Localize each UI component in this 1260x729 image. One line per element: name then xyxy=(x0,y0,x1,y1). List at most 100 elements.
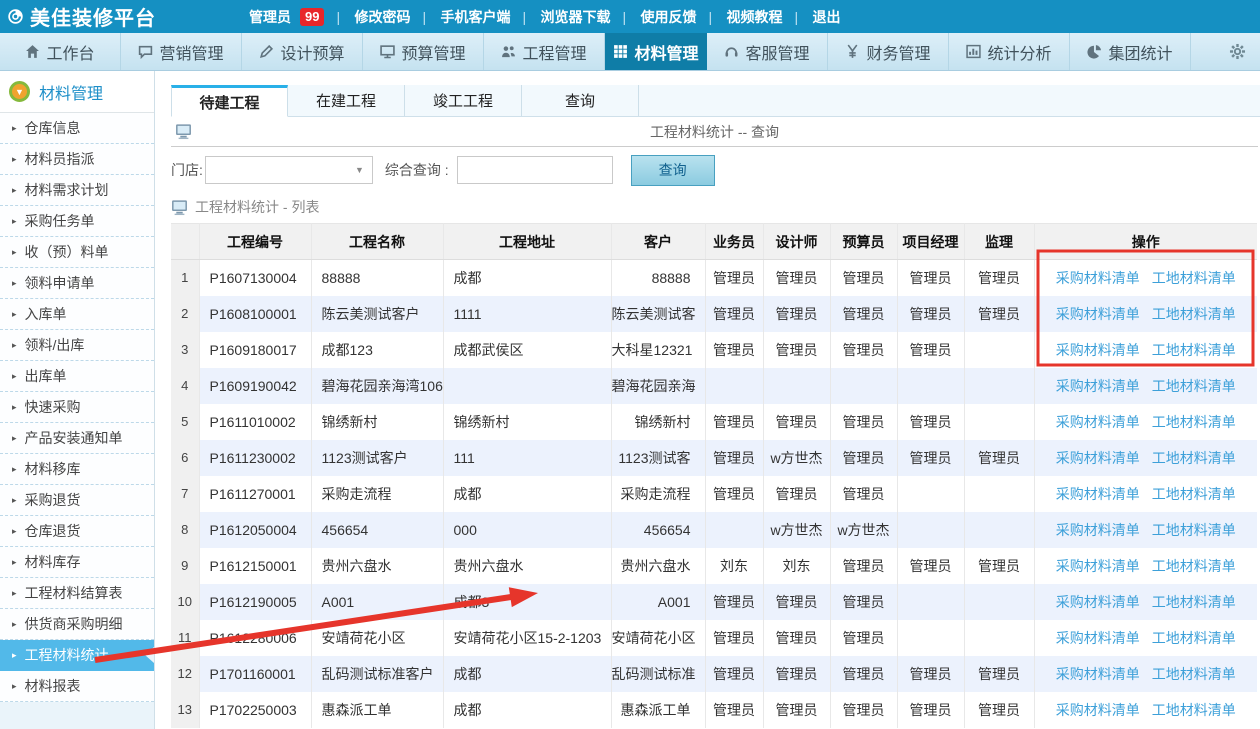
nav-item[interactable]: 集团统计 xyxy=(1070,33,1191,70)
tab[interactable]: 待建工程 xyxy=(171,85,288,117)
row-index: 13 xyxy=(171,692,199,728)
sidebar-item[interactable]: ▸入库单 xyxy=(0,299,154,330)
sidebar-item[interactable]: ▸工程材料结算表 xyxy=(0,578,154,609)
sidebar-item[interactable]: ▸ 材料库存 xyxy=(0,547,154,578)
sidebar-item[interactable]: ▸采购退货 xyxy=(0,485,154,516)
sidebar-item[interactable]: ▸采购任务单 xyxy=(0,206,154,237)
site-material-list-link[interactable]: 工地材料清单 xyxy=(1152,378,1236,394)
budgeter: 管理员 xyxy=(830,476,897,512)
sidebar-item[interactable]: ▸材料移库 xyxy=(0,454,154,485)
sidebar-item[interactable]: ▸收（预）料单 xyxy=(0,237,154,268)
actions-cell: 采购材料清单工地材料清单 xyxy=(1034,620,1257,656)
tab[interactable]: 查询 xyxy=(522,85,639,116)
pie-icon xyxy=(1087,44,1102,59)
designer: 管理员 xyxy=(763,620,830,656)
customer: 陈云美测试客 xyxy=(611,296,705,332)
triangle-bullet-icon: ▸ xyxy=(12,185,17,196)
nav-item[interactable]: 客服管理 xyxy=(707,33,828,70)
row-index: 9 xyxy=(171,548,199,584)
topbar-item[interactable]: 管理员99 xyxy=(234,7,339,27)
sidebar-item[interactable]: ▸仓库信息 xyxy=(0,113,154,144)
nav-item[interactable]: 工程管理 xyxy=(484,33,605,70)
project-name: 陈云美测试客户 xyxy=(311,296,443,332)
project-address: 成都 xyxy=(443,260,611,296)
site-material-list-link[interactable]: 工地材料清单 xyxy=(1152,414,1236,430)
triangle-bullet-icon: ▸ xyxy=(12,557,17,568)
nav-item[interactable]: 统计分析 xyxy=(949,33,1070,70)
site-material-list-link[interactable]: 工地材料清单 xyxy=(1152,630,1236,646)
store-select[interactable]: ▼ xyxy=(205,156,373,184)
site-material-list-link[interactable]: 工地材料清单 xyxy=(1152,342,1236,358)
tab[interactable]: 在建工程 xyxy=(288,85,405,116)
nav-item[interactable]: 预算管理 xyxy=(363,33,484,70)
nav-item[interactable]: 财务管理 xyxy=(828,33,949,70)
nav-item[interactable]: 设计预算 xyxy=(242,33,363,70)
purchase-material-list-link[interactable]: 采购材料清单 xyxy=(1056,414,1140,430)
sidebar-item[interactable]: ▸领料申请单 xyxy=(0,268,154,299)
purchase-material-list-link[interactable]: 采购材料清单 xyxy=(1056,342,1140,358)
site-material-list-link[interactable]: 工地材料清单 xyxy=(1152,522,1236,538)
site-material-list-link[interactable]: 工地材料清单 xyxy=(1152,666,1236,682)
site-material-list-link[interactable]: 工地材料清单 xyxy=(1152,594,1236,610)
main-nav: 工作台营销管理设计预算预算管理工程管理材料管理 客服管理财务管理统计分析集团统计 xyxy=(0,33,1260,71)
sidebar-item[interactable]: ▸材料需求计划 xyxy=(0,175,154,206)
purchase-material-list-link[interactable]: 采购材料清单 xyxy=(1056,594,1140,610)
purchase-material-list-link[interactable]: 采购材料清单 xyxy=(1056,270,1140,286)
budgeter: 管理员 xyxy=(830,260,897,296)
triangle-bullet-icon: ▸ xyxy=(12,495,17,506)
topbar-item[interactable]: 退出 xyxy=(797,7,855,27)
purchase-material-list-link[interactable]: 采购材料清单 xyxy=(1056,522,1140,538)
topbar-item-label: 管理员 xyxy=(249,7,291,27)
site-material-list-link[interactable]: 工地材料清单 xyxy=(1152,702,1236,718)
nav-item[interactable]: 材料管理 xyxy=(605,33,707,70)
sidebar-item[interactable]: ▸产品安装通知单 xyxy=(0,423,154,454)
project-manager: 管理员 xyxy=(897,260,964,296)
purchase-material-list-link[interactable]: 采购材料清单 xyxy=(1056,666,1140,682)
topbar-item[interactable]: 手机客户端 xyxy=(425,7,525,27)
row-index: 8 xyxy=(171,512,199,548)
topbar-item[interactable]: 使用反馈 xyxy=(625,7,711,27)
sidebar-item-label: 材料库存 xyxy=(25,552,81,572)
nav-item-label: 客服管理 xyxy=(745,40,809,64)
sidebar-item[interactable]: ▸供货商采购明细 xyxy=(0,609,154,640)
purchase-material-list-link[interactable]: 采购材料清单 xyxy=(1056,630,1140,646)
salesperson: 管理员 xyxy=(705,476,763,512)
site-material-list-link[interactable]: 工地材料清单 xyxy=(1152,270,1236,286)
topbar-item[interactable]: 浏览器下载 xyxy=(525,7,625,27)
sidebar-item[interactable]: ▸出库单 xyxy=(0,361,154,392)
tab[interactable]: 竣工工程 xyxy=(405,85,522,116)
supervisor xyxy=(964,512,1034,548)
purchase-material-list-link[interactable]: 采购材料清单 xyxy=(1056,306,1140,322)
settings-button[interactable] xyxy=(1214,33,1260,70)
purchase-material-list-link[interactable]: 采购材料清单 xyxy=(1056,450,1140,466)
sidebar-item[interactable]: ▸快速采购 xyxy=(0,392,154,423)
purchase-material-list-link[interactable]: 采购材料清单 xyxy=(1056,702,1140,718)
topbar-item-label: 退出 xyxy=(812,7,840,27)
project-address: 成都3 xyxy=(443,584,611,620)
sidebar-item[interactable]: ▸仓库退货 xyxy=(0,516,154,547)
project-name: 456654 xyxy=(311,512,443,548)
sidebar-item[interactable]: ▸工程材料统计 xyxy=(0,640,154,671)
sidebar-item[interactable]: ▸材料报表 xyxy=(0,671,154,702)
nav-item[interactable]: 工作台 xyxy=(0,33,121,70)
sidebar-item-label: 采购任务单 xyxy=(25,211,95,231)
site-material-list-link[interactable]: 工地材料清单 xyxy=(1152,450,1236,466)
purchase-material-list-link[interactable]: 采购材料清单 xyxy=(1056,378,1140,394)
chart-icon xyxy=(966,44,981,59)
project-code: P1608100001 xyxy=(199,296,311,332)
sidebar-item[interactable]: ▸领料/出库 xyxy=(0,330,154,361)
purchase-material-list-link[interactable]: 采购材料清单 xyxy=(1056,486,1140,502)
sidebar-header[interactable]: ▼ 材料管理 xyxy=(0,71,154,113)
search-button[interactable]: 查询 xyxy=(631,155,715,186)
site-material-list-link[interactable]: 工地材料清单 xyxy=(1152,486,1236,502)
topbar-item[interactable]: 修改密码 xyxy=(339,7,425,27)
keyword-input[interactable] xyxy=(457,156,613,184)
project-code: P1611230002 xyxy=(199,440,311,476)
sidebar-item[interactable]: ▸材料员指派 xyxy=(0,144,154,175)
site-material-list-link[interactable]: 工地材料清单 xyxy=(1152,306,1236,322)
nav-item[interactable]: 营销管理 xyxy=(121,33,242,70)
purchase-material-list-link[interactable]: 采购材料清单 xyxy=(1056,558,1140,574)
actions-cell: 采购材料清单工地材料清单 xyxy=(1034,440,1257,476)
topbar-item[interactable]: 视频教程 xyxy=(711,7,797,27)
site-material-list-link[interactable]: 工地材料清单 xyxy=(1152,558,1236,574)
